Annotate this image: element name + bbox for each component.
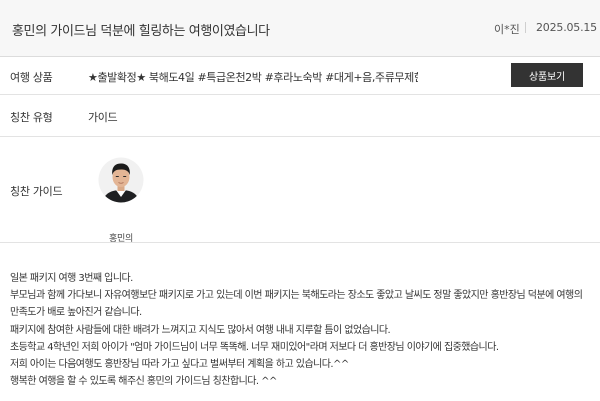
content-line: 패키지에 참여한 사람들에 대한 배려가 느껴지고 지식도 많아서 여행 내내 … — [10, 324, 391, 336]
review-header: 홍민의 가이드님 덕분에 힐링하는 여행이였습니다 이*진 2025.05.15 — [0, 0, 600, 57]
content-line: 만족도가 배로 높아진거 같습니다. — [10, 307, 142, 319]
guide-avatar — [98, 157, 144, 203]
review-date: 2025.05.15 — [536, 21, 597, 34]
product-name-link[interactable]: ★출발확정★ 북해도4일 #특급온천2박 #후라노숙박 #대게+음,주류무제한 … — [88, 69, 418, 85]
content-line: 행복한 여행을 할 수 있도록 해주신 홍민의 가이드님 칭찬합니다. ^^ — [10, 376, 277, 388]
content-line: 부모님과 함께 가다보니 자유여행보단 패키지로 가고 있는데 이번 패키지는 … — [10, 290, 583, 302]
praise-type-value: 가이드 — [88, 111, 118, 124]
content-line: 일본 패키지 여행 3번째 입니다. — [10, 273, 133, 284]
review-author: 이*진 — [494, 23, 520, 36]
content-line: 초등학교 4학년인 저희 아이가 "엄마 가이드님이 너무 똑똑해. 너무 재미… — [10, 341, 499, 353]
view-product-button[interactable]: 상품보기 — [511, 63, 583, 87]
praise-guide-label: 칭찬 가이드 — [10, 185, 63, 198]
review-content: 일본 패키지 여행 3번째 입니다. 부모님과 함께 가다보니 자유여행보단 패… — [10, 270, 595, 390]
praise-guide-row: 칭찬 가이드 홍민의 — [0, 137, 600, 244]
product-row: 여행 상품 ★출발확정★ 북해도4일 #특급온천2박 #후라노숙박 #대게+음,… — [0, 57, 600, 95]
content-line: 저희 아이는 다음여행도 홍반장님 따라 가고 싶다고 벌써부터 계획을 하고 … — [10, 359, 349, 371]
guide-name: 홍민의 — [109, 234, 133, 244]
guide-card: 홍민의 — [98, 157, 144, 244]
praise-type-label: 칭찬 유형 — [10, 111, 53, 124]
review-title: 홍민의 가이드님 덕분에 힐링하는 여행이였습니다 — [12, 24, 270, 39]
product-label: 여행 상품 — [10, 71, 53, 84]
praise-type-row: 칭찬 유형 가이드 — [0, 95, 600, 137]
header-divider — [525, 22, 526, 33]
